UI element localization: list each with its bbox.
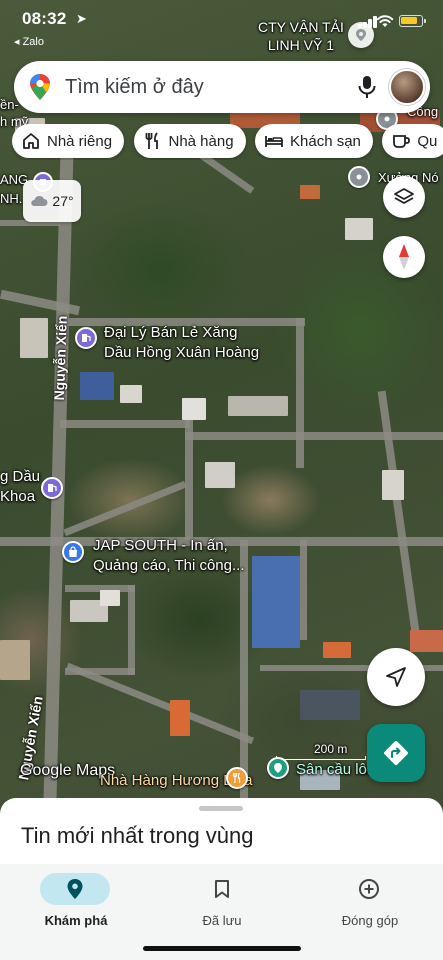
navigation-arrow-icon: [386, 667, 406, 687]
chip-home-label: Nhà riêng: [47, 132, 113, 150]
street-label-upper: Nguyễn Xiển: [50, 315, 70, 401]
map-label-jap-south[interactable]: JAP SOUTH - In ấn, Quảng cáo, Thi công..…: [93, 536, 245, 576]
chip-hotel[interactable]: Khách sạn: [255, 124, 373, 158]
chip-restaurant[interactable]: Nhà hàng: [133, 124, 246, 158]
gas-station-2-icon[interactable]: [41, 477, 63, 499]
pin-badge-icon[interactable]: [348, 22, 374, 48]
avatar[interactable]: [389, 69, 425, 105]
chip-coffee-label: Qu: [417, 132, 438, 150]
restaurant-icon[interactable]: [226, 767, 248, 789]
wifi-icon: [376, 15, 394, 27]
tab-contribute-label: Đóng góp: [341, 913, 399, 928]
my-location-button[interactable]: [367, 648, 425, 706]
location-pin-icon: [67, 879, 83, 899]
home-indicator[interactable]: [143, 946, 301, 951]
weather-badge[interactable]: 27°: [23, 180, 81, 222]
chip-hotel-label: Khách sạn: [290, 132, 361, 150]
directions-icon: [384, 741, 408, 765]
cloud-icon: [31, 195, 48, 206]
maps-pin-icon: [30, 74, 50, 100]
battery-icon: [399, 15, 426, 27]
badminton-court-icon[interactable]: [267, 757, 289, 779]
gas-station-icon[interactable]: [75, 327, 97, 349]
tab-explore-label: Khám phá: [44, 913, 108, 928]
search-placeholder[interactable]: Tìm kiếm ở đây: [65, 76, 204, 99]
tab-saved-label: Đã lưu: [202, 913, 242, 928]
search-bar[interactable]: Tìm kiếm ở đây: [14, 61, 430, 113]
chip-coffee[interactable]: Qu: [382, 124, 443, 158]
sheet-title: Tin mới nhất trong vùng: [21, 823, 254, 848]
map-label-gas-station[interactable]: Đại Lý Bán Lẻ Xăng Dầu Hồng Xuân Hoàng: [104, 323, 259, 363]
map-label-left-mid-2: NH.: [0, 191, 23, 206]
coffee-cup-icon: [393, 135, 411, 148]
chip-home[interactable]: Nhà riêng: [12, 124, 125, 158]
compass-button[interactable]: [383, 236, 425, 278]
map-label-dau-khoa[interactable]: g Dầu Khoa: [0, 467, 40, 507]
bottom-sheet[interactable]: Tin mới nhất trong vùng: [0, 798, 443, 868]
chip-restaurant-label: Nhà hàng: [168, 132, 234, 150]
layers-button[interactable]: [383, 176, 425, 218]
sheet-drag-handle[interactable]: [199, 806, 243, 811]
location-arrow-icon: ➤: [76, 11, 87, 26]
shopping-bag-icon[interactable]: [62, 541, 84, 563]
compass-icon: [399, 244, 409, 270]
tab-saved[interactable]: Đã lưu: [171, 870, 291, 934]
bed-icon: [265, 136, 283, 147]
status-time: 08:32: [22, 9, 67, 28]
back-to-app-link[interactable]: ◂ Zalo: [14, 35, 44, 48]
weather-temperature: 27°: [52, 193, 74, 209]
plus-circle-icon: [359, 879, 379, 899]
home-icon: [23, 133, 39, 149]
map-label-company[interactable]: CTY VẬN TẢI LINH VỸ 1: [258, 18, 344, 54]
map-label-left-top-1: ền-: [0, 97, 19, 112]
fork-knife-icon: [145, 132, 158, 149]
tab-contribute[interactable]: Đóng góp: [318, 870, 438, 934]
map-scale: 200 m: [314, 742, 348, 756]
layers-icon: [394, 188, 414, 204]
tab-explore[interactable]: Khám phá: [24, 870, 144, 934]
status-bar: 08:32 ➤ ◂ Zalo: [0, 0, 443, 54]
map-poi-xuong-icon[interactable]: [348, 166, 370, 188]
directions-button[interactable]: [367, 724, 425, 782]
microphone-icon[interactable]: [355, 74, 379, 100]
bookmark-icon: [215, 880, 229, 898]
category-chips: Nhà riêng Nhà hàng Khách sạn Qu: [12, 124, 443, 160]
